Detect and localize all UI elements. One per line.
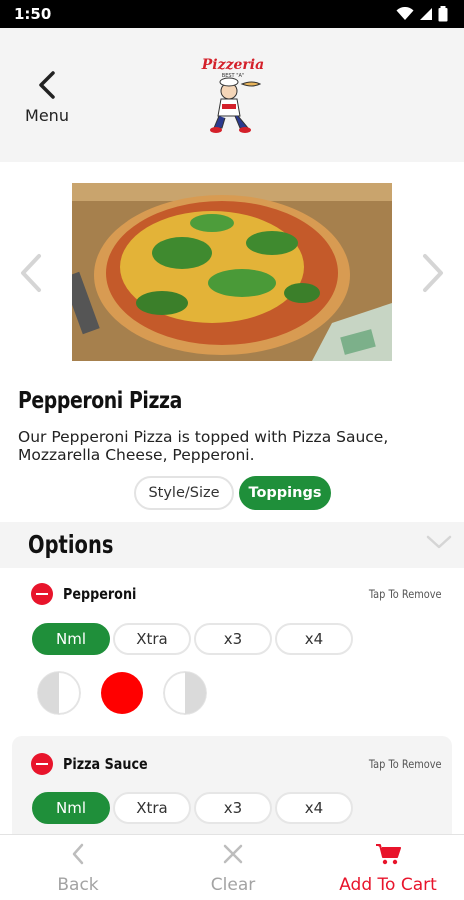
battery-icon — [438, 6, 448, 22]
amount-option-x3[interactable]: x3 — [194, 792, 272, 824]
pizza-photo — [72, 183, 392, 361]
tap-to-remove-hint[interactable]: Tap To Remove — [369, 587, 442, 601]
item-description: Our Pepperoni Pizza is topped with Pizza… — [18, 428, 389, 464]
amount-option-x4[interactable]: x4 — [275, 623, 353, 655]
tab-style-size[interactable]: Style/Size — [134, 476, 234, 510]
clear-label: Clear — [210, 875, 256, 895]
close-icon — [223, 844, 243, 864]
status-time: 1:50 — [14, 5, 52, 23]
chevron-left-icon — [39, 71, 55, 99]
previous-photo-arrow-icon[interactable] — [18, 253, 44, 293]
placement-whole-icon[interactable] — [100, 671, 144, 715]
topping-name: Pizza Sauce — [63, 755, 148, 773]
amount-option-normal[interactable]: Nml — [32, 623, 110, 655]
clear-button[interactable]: Clear — [203, 843, 263, 895]
remove-topping-icon[interactable] — [31, 753, 53, 775]
next-photo-arrow-icon[interactable] — [420, 253, 446, 293]
amount-option-extra[interactable]: Xtra — [113, 623, 191, 655]
amount-option-extra[interactable]: Xtra — [113, 792, 191, 824]
shopping-cart-icon — [376, 844, 401, 865]
remove-topping-icon[interactable] — [31, 583, 53, 605]
back-label: Back — [57, 875, 99, 895]
back-button[interactable]: Back — [48, 843, 108, 895]
chevron-left-icon — [72, 843, 84, 865]
status-icons — [396, 6, 448, 22]
topping-row-pizza-sauce: Pizza Sauce Tap To Remove Nml Xtra x3 x4 — [0, 736, 464, 846]
add-to-cart-button[interactable]: Add To Cart — [326, 843, 450, 895]
photo-gallery[interactable] — [0, 162, 464, 372]
chevron-down-icon[interactable] — [426, 534, 452, 550]
amount-option-x4[interactable]: x4 — [275, 792, 353, 824]
logo-text: Pizzeria — [201, 57, 264, 73]
tap-to-remove-hint[interactable]: Tap To Remove — [369, 757, 442, 771]
app-header: Menu Pizzeria BEST "A" — [0, 28, 464, 162]
amount-option-x3[interactable]: x3 — [194, 623, 272, 655]
topping-name: Pepperoni — [63, 585, 137, 603]
back-to-menu-button[interactable]: Menu — [22, 70, 72, 125]
add-to-cart-label: Add To Cart — [339, 875, 437, 895]
tab-toppings[interactable]: Toppings — [239, 476, 331, 510]
status-bar: 1:50 — [0, 0, 464, 28]
topping-row-pepperoni: Pepperoni Tap To Remove Nml Xtra x3 x4 — [0, 568, 464, 736]
amount-option-normal[interactable]: Nml — [32, 792, 110, 824]
pizzeria-logo: Pizzeria BEST "A" — [196, 56, 270, 136]
placement-right-half-icon[interactable] — [163, 671, 207, 715]
topping-card — [12, 736, 452, 846]
options-section-header[interactable]: Options — [0, 522, 464, 568]
bottom-action-bar: Back Clear Add To Cart — [0, 834, 464, 900]
placement-left-half-icon[interactable] — [37, 671, 81, 715]
wifi-icon — [396, 7, 414, 20]
signal-icon — [420, 8, 432, 20]
options-heading: Options — [28, 530, 114, 559]
item-title: Pepperoni Pizza — [18, 388, 182, 414]
back-menu-label: Menu — [25, 106, 69, 125]
